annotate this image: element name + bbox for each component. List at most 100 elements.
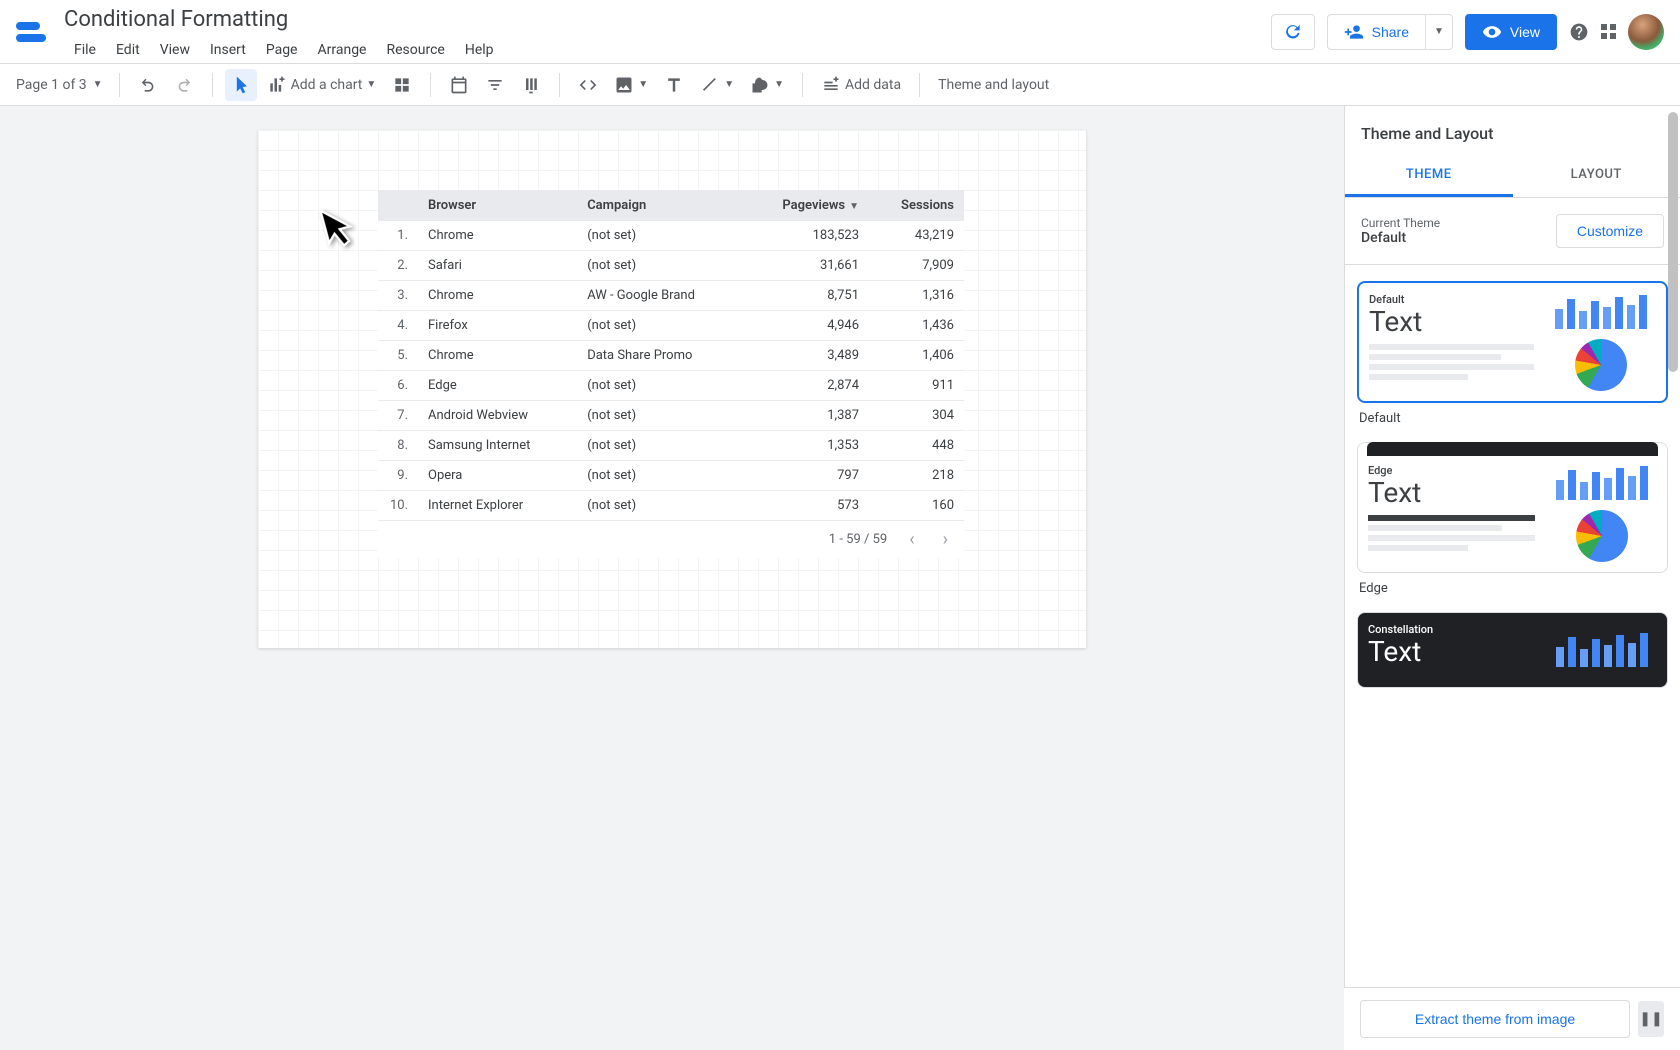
canvas-area[interactable]: Browser Campaign Pageviews▼ Sessions 1.C…	[0, 106, 1344, 1050]
cursor-icon	[231, 75, 251, 95]
table-row[interactable]: 3.ChromeAW - Google Brand8,7511,316	[378, 281, 964, 311]
url-embed-button[interactable]	[572, 69, 604, 101]
filter-button[interactable]	[479, 69, 511, 101]
table-row[interactable]: 9.Opera(not set)797218	[378, 461, 964, 491]
table-row[interactable]: 5.ChromeData Share Promo3,4891,406	[378, 341, 964, 371]
customize-button[interactable]: Customize	[1556, 214, 1664, 248]
cell-browser: Chrome	[418, 341, 577, 371]
caret-down-icon: ▼	[93, 79, 103, 90]
undo-icon	[138, 75, 158, 95]
menu-page[interactable]: Page	[256, 38, 308, 62]
redo-button[interactable]	[168, 69, 200, 101]
table-row[interactable]: 2.Safari(not set)31,6617,909	[378, 251, 964, 281]
theme-card-constellation[interactable]: Constellation Text	[1357, 612, 1668, 688]
theme-preview-text: Text	[1368, 638, 1535, 666]
panel-tabs: THEME LAYOUT	[1345, 155, 1680, 198]
theme-card-edge[interactable]: Edge Text	[1357, 442, 1668, 573]
panel-footer: Extract theme from image ❚❚	[1344, 987, 1680, 1050]
cell-campaign: (not set)	[577, 371, 743, 401]
menu-edit[interactable]: Edit	[106, 38, 150, 62]
line-button[interactable]: ▼	[694, 69, 740, 101]
document-title[interactable]: Conditional Formatting	[64, 7, 288, 32]
caret-down-icon: ▼	[1434, 26, 1444, 37]
data-control-button[interactable]	[515, 69, 547, 101]
cell-sessions: 911	[869, 371, 964, 401]
sort-desc-icon: ▼	[849, 201, 859, 212]
image-button[interactable]: ▼	[608, 69, 654, 101]
caret-down-icon: ▼	[774, 79, 784, 90]
menu-resource[interactable]: Resource	[376, 38, 454, 62]
cell-pageviews: 573	[743, 491, 869, 521]
text-button[interactable]	[658, 69, 690, 101]
data-table[interactable]: Browser Campaign Pageviews▼ Sessions 1.C…	[378, 190, 964, 558]
theme-list[interactable]: Default Text Default Edge T	[1345, 265, 1680, 1050]
tab-theme[interactable]: THEME	[1345, 155, 1513, 197]
add-chart-button[interactable]: Add a chart ▼	[261, 69, 383, 101]
view-button[interactable]: View	[1465, 14, 1557, 50]
share-button[interactable]: Share	[1327, 14, 1426, 50]
extract-theme-button[interactable]: Extract theme from image	[1360, 1000, 1630, 1038]
share-dropdown[interactable]: ▼	[1426, 14, 1453, 50]
cell-index: 2.	[378, 251, 418, 281]
prev-page-button[interactable]: ‹	[903, 529, 920, 550]
refresh-icon	[1283, 22, 1303, 42]
cell-campaign: (not set)	[577, 431, 743, 461]
header-pageviews[interactable]: Pageviews▼	[743, 190, 869, 221]
add-data-button[interactable]: Add data	[815, 69, 907, 101]
cell-pageviews: 31,661	[743, 251, 869, 281]
menu-insert[interactable]: Insert	[200, 38, 256, 62]
cell-index: 3.	[378, 281, 418, 311]
table-row[interactable]: 4.Firefox(not set)4,9461,436	[378, 311, 964, 341]
code-icon	[578, 75, 598, 95]
header-sessions[interactable]: Sessions	[869, 190, 964, 221]
cell-pageviews: 1,387	[743, 401, 869, 431]
canvas-page[interactable]: Browser Campaign Pageviews▼ Sessions 1.C…	[258, 130, 1086, 648]
community-viz-button[interactable]	[386, 69, 418, 101]
theme-card-default[interactable]: Default Text	[1357, 281, 1668, 403]
pie-icon	[1575, 339, 1627, 391]
menu-arrange[interactable]: Arrange	[308, 38, 377, 62]
help-icon[interactable]	[1569, 22, 1589, 42]
cell-campaign: (not set)	[577, 311, 743, 341]
panel-title: Theme and Layout	[1345, 106, 1680, 155]
bars-icon	[1547, 464, 1657, 500]
page-indicator[interactable]: Page 1 of 3 ▼	[12, 77, 107, 93]
table-row[interactable]: 10.Internet Explorer(not set)573160	[378, 491, 964, 521]
undo-button[interactable]	[132, 69, 164, 101]
menu-view[interactable]: View	[150, 38, 200, 62]
mouse-cursor-icon	[315, 202, 366, 266]
next-page-button[interactable]: ›	[937, 529, 954, 550]
menu-help[interactable]: Help	[455, 38, 504, 62]
select-tool[interactable]	[225, 69, 257, 101]
menu-file[interactable]: File	[64, 38, 106, 62]
cell-browser: Safari	[418, 251, 577, 281]
caret-down-icon: ▼	[366, 79, 376, 90]
share-label: Share	[1372, 24, 1409, 40]
cell-sessions: 160	[869, 491, 964, 521]
tab-layout[interactable]: LAYOUT	[1513, 155, 1680, 197]
header-browser[interactable]: Browser	[418, 190, 577, 221]
header-campaign[interactable]: Campaign	[577, 190, 743, 221]
refresh-button[interactable]	[1271, 14, 1315, 50]
date-range-button[interactable]	[443, 69, 475, 101]
cell-index: 7.	[378, 401, 418, 431]
cell-index: 5.	[378, 341, 418, 371]
cell-pageviews: 8,751	[743, 281, 869, 311]
cell-campaign: (not set)	[577, 461, 743, 491]
scrollbar-thumb[interactable]	[1668, 112, 1678, 372]
table-row[interactable]: 8.Samsung Internet(not set)1,353448	[378, 431, 964, 461]
cell-sessions: 218	[869, 461, 964, 491]
user-avatar[interactable]	[1628, 14, 1664, 50]
table-row[interactable]: 6.Edge(not set)2,874911	[378, 371, 964, 401]
cell-campaign: AW - Google Brand	[577, 281, 743, 311]
scrollbar[interactable]	[1666, 108, 1680, 1050]
pause-button[interactable]: ❚❚	[1638, 1001, 1664, 1037]
table-row[interactable]: 7.Android Webview(not set)1,387304	[378, 401, 964, 431]
shape-button[interactable]: ▼	[744, 69, 790, 101]
theme-layout-panel: Theme and Layout THEME LAYOUT Current Th…	[1344, 106, 1680, 1050]
apps-icon[interactable]	[1601, 24, 1616, 39]
add-chart-label: Add a chart	[291, 77, 363, 93]
table-row[interactable]: 1.Chrome(not set)183,52343,219	[378, 221, 964, 251]
theme-layout-button[interactable]: Theme and layout	[932, 69, 1055, 101]
cell-index: 9.	[378, 461, 418, 491]
